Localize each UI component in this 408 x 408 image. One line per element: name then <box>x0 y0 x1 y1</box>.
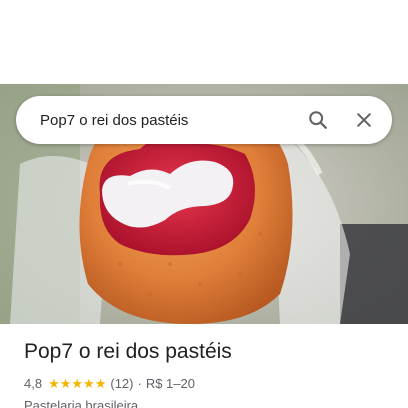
star-icon: ★ <box>94 376 107 391</box>
star-icon: ★ <box>48 376 60 391</box>
place-title: Pop7 o rei dos pastéis <box>24 340 232 363</box>
review-count[interactable]: (12) <box>110 376 133 391</box>
star-icon: ★ <box>71 376 84 391</box>
map-area[interactable] <box>0 0 408 84</box>
price-level: R$ 1–20 <box>145 376 195 391</box>
place-category: Pastelaria brasileira <box>24 398 139 408</box>
close-icon[interactable] <box>344 100 384 140</box>
separator: · <box>137 376 142 391</box>
search-bar[interactable]: Pop7 o rei dos pastéis <box>16 96 392 144</box>
search-input[interactable]: Pop7 o rei dos pastéis <box>40 112 298 129</box>
star-icon: ★ <box>59 376 72 391</box>
place-panel: Pop7 o rei dos pastéis Pop7 o rei dos pa… <box>0 0 408 408</box>
rating-row[interactable]: 4,8 ★ ★ ★ ★ ★ (12) · R$ 1–20 <box>24 376 195 391</box>
rating-value: 4,8 <box>24 376 43 391</box>
search-icon[interactable] <box>298 100 338 140</box>
star-rating: ★ ★ ★ ★ ★ <box>48 377 106 390</box>
star-icon: ★ <box>83 376 95 391</box>
